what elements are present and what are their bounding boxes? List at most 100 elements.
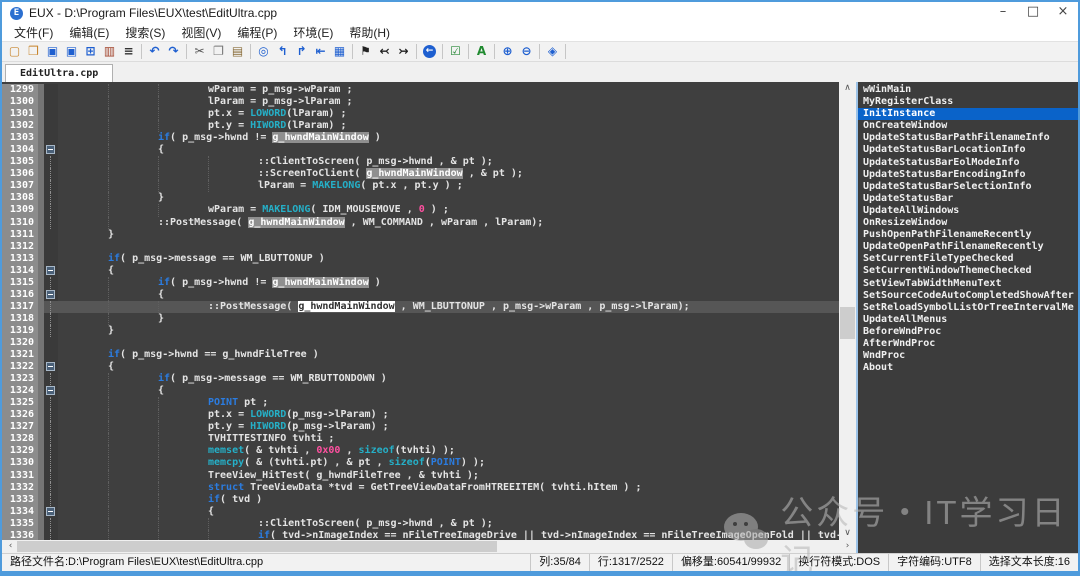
editor-line[interactable]: 1306::ScreenToClient( g_hwndMainWindow ,… [2,168,839,180]
find-next-button[interactable]: ↱ [292,43,311,60]
fold-margin[interactable] [44,325,58,337]
save-file-button[interactable]: ▣ [43,43,62,60]
editor-line[interactable]: 1313if( p_msg->message == WM_LBUTTONUP ) [2,253,839,265]
fold-margin[interactable] [44,313,58,325]
editor-line[interactable]: 1299wParam = p_msg->wParam ; [2,84,839,96]
previous-bookmark-button[interactable]: ↢ [375,43,394,60]
vertical-scrollbar[interactable]: ∧ ∨ [839,82,856,540]
editor-line[interactable]: 1335::ClientToScreen( p_msg->hwnd , & pt… [2,518,839,530]
editor-line[interactable]: 1322{ [2,361,839,373]
undo-button[interactable]: ↶ [145,43,164,60]
fold-margin[interactable] [44,144,58,156]
new-file-button[interactable]: ▢ [5,43,24,60]
editor-line[interactable]: 1317::PostMessage( g_hwndMainWindow , WM… [2,301,839,313]
fold-margin[interactable] [44,84,58,96]
editor-line[interactable]: 1332struct TreeViewData *tvd = GetTreeVi… [2,482,839,494]
editor-line[interactable]: 1301pt.x = LOWORD(lParam) ; [2,108,839,120]
zoom-out-button[interactable]: ⊖ [517,43,536,60]
fold-margin[interactable] [44,530,58,540]
symbol-item-SetCurrentFileTypeChecked[interactable]: SetCurrentFileTypeChecked [858,253,1078,265]
close-button[interactable]: × [1048,2,1078,24]
symbol-item-BeforeWndProc[interactable]: BeforeWndProc [858,326,1078,338]
save-all-files-button[interactable]: ⊞ [81,43,100,60]
paste-button[interactable]: ▤ [228,43,247,60]
symbol-item-UpdateStatusBarLocationInfo[interactable]: UpdateStatusBarLocationInfo [858,144,1078,156]
symbol-item-AfterWndProc[interactable]: AfterWndProc [858,338,1078,350]
menu-item-2[interactable]: 搜索(S) [117,24,173,41]
fold-margin[interactable] [44,349,58,361]
fold-margin[interactable] [44,108,58,120]
editor-line[interactable]: 1308} [2,192,839,204]
find-button[interactable]: ◎ [254,43,273,60]
scroll-down-arrow-icon[interactable]: ∨ [839,527,856,540]
replace-button[interactable]: ▦ [330,43,349,60]
todo-list-button[interactable]: ☑ [446,43,465,60]
symbol-item-SetReloadSymbolListOrTreeIntervalMe[interactable]: SetReloadSymbolListOrTreeIntervalMe [858,302,1078,314]
fold-margin[interactable] [44,506,58,518]
close-file-button[interactable]: ▥ [100,43,119,60]
fold-margin[interactable] [44,168,58,180]
editor-line[interactable]: 1305::ClientToScreen( p_msg->hwnd , & pt… [2,156,839,168]
menu-item-6[interactable]: 帮助(H) [341,24,398,41]
menu-item-5[interactable]: 环境(E) [285,24,341,41]
editor-line[interactable]: 1315if( p_msg->hwnd != g_hwndMainWindow … [2,277,839,289]
editor-line[interactable]: 1334{ [2,506,839,518]
fold-margin[interactable] [44,277,58,289]
symbol-item-WndProc[interactable]: WndProc [858,350,1078,362]
symbol-item-OnCreateWindow[interactable]: OnCreateWindow [858,120,1078,132]
syntax-color-button[interactable]: A [472,43,491,60]
symbol-item-UpdateStatusBarPathFilenameInfo[interactable]: UpdateStatusBarPathFilenameInfo [858,132,1078,144]
fold-margin[interactable] [44,494,58,506]
vertical-scroll-thumb[interactable] [840,307,855,339]
about-button[interactable]: ◈ [543,43,562,60]
fold-margin[interactable] [44,373,58,385]
symbol-item-MyRegisterClass[interactable]: MyRegisterClass [858,96,1078,108]
editor-line[interactable]: 1312 [2,241,839,253]
editor-line[interactable]: 1316{ [2,289,839,301]
horizontal-scroll-thumb[interactable] [17,541,497,552]
fold-margin[interactable] [44,132,58,144]
scroll-right-arrow-icon[interactable]: › [839,540,856,553]
fold-collapse-icon[interactable] [46,145,55,154]
editor-line[interactable]: 1309wParam = MAKELONG( IDM_MOUSEMOVE , 0… [2,204,839,216]
save-file-as-button[interactable]: ▣ [62,43,81,60]
symbol-item-UpdateStatusBarEolModeInfo[interactable]: UpdateStatusBarEolModeInfo [858,157,1078,169]
editor-line[interactable]: 1326pt.x = LOWORD(p_msg->lParam) ; [2,409,839,421]
symbol-item-UpdateAllMenus[interactable]: UpdateAllMenus [858,314,1078,326]
editor-line[interactable]: 1303if( p_msg->hwnd != g_hwndMainWindow … [2,132,839,144]
editor-line[interactable]: 1325POINT pt ; [2,397,839,409]
next-bookmark-button[interactable]: ↣ [394,43,413,60]
symbol-item-wWinMain[interactable]: wWinMain [858,84,1078,96]
zoom-in-button[interactable]: ⊕ [498,43,517,60]
menu-item-3[interactable]: 视图(V) [173,24,229,41]
editor-line[interactable]: 1311} [2,229,839,241]
fold-collapse-icon[interactable] [46,507,55,516]
fold-margin[interactable] [44,180,58,192]
fold-margin[interactable] [44,337,58,349]
editor-line[interactable]: 1314{ [2,265,839,277]
fold-collapse-icon[interactable] [46,290,55,299]
menu-item-0[interactable]: 文件(F) [6,24,61,41]
goto-line-button[interactable]: ⇤ [311,43,330,60]
fold-margin[interactable] [44,433,58,445]
fold-margin[interactable] [44,361,58,373]
fold-margin[interactable] [44,96,58,108]
symbol-item-PushOpenPathFilenameRecently[interactable]: PushOpenPathFilenameRecently [858,229,1078,241]
code-editor[interactable]: 1299wParam = p_msg->wParam ;1300lParam =… [2,82,856,553]
minimize-button[interactable]: – [988,2,1018,24]
file-list-button[interactable]: ≡ [119,43,138,60]
open-file-button[interactable]: ❒ [24,43,43,60]
fold-margin[interactable] [44,192,58,204]
editor-line[interactable]: 1331TreeView_HitTest( g_hwndFileTree , &… [2,470,839,482]
fold-margin[interactable] [44,385,58,397]
fold-margin[interactable] [44,482,58,494]
editor-line[interactable]: 1333if( tvd ) [2,494,839,506]
fold-margin[interactable] [44,289,58,301]
back-button[interactable]: ← [420,43,439,60]
editor-line[interactable]: 1329memset( & tvhti , 0x00 , sizeof(tvht… [2,445,839,457]
menu-item-1[interactable]: 编辑(E) [61,24,117,41]
editor-line[interactable]: 1318} [2,313,839,325]
fold-margin[interactable] [44,204,58,216]
symbol-item-SetSourceCodeAutoCompletedShowAfter[interactable]: SetSourceCodeAutoCompletedShowAfter [858,290,1078,302]
fold-margin[interactable] [44,241,58,253]
